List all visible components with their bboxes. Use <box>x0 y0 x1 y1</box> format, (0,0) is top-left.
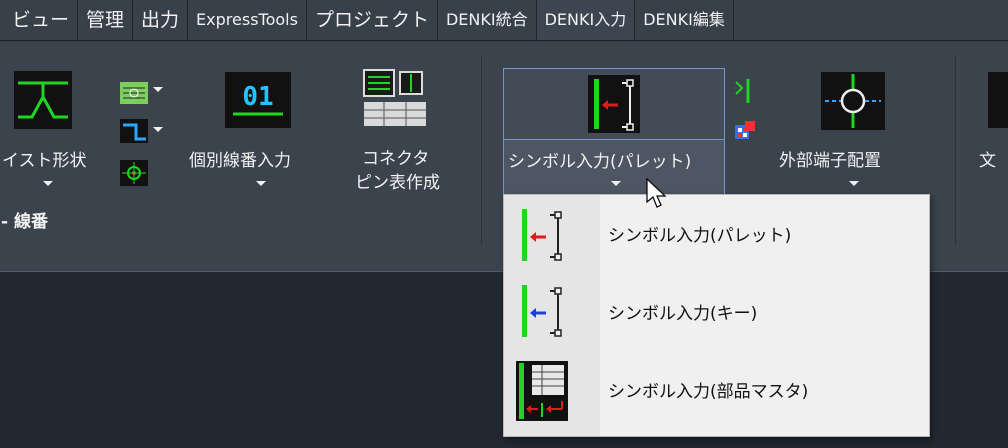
symbol-swap-small-icon[interactable] <box>733 76 755 106</box>
ribbon-separator <box>481 55 482 245</box>
wire-bundle-dropdown-arrow[interactable] <box>153 87 163 92</box>
tab-manage[interactable]: 管理 <box>78 0 134 40</box>
external-terminal-dropdown-arrow[interactable] <box>849 181 859 186</box>
text-button-label: 文 <box>979 151 996 171</box>
menu-item-symbol-input-parts-master[interactable]: シンボル入力(部品マスタ) <box>504 355 929 425</box>
symbol-input-palette-dropdown-arrow[interactable] <box>611 181 621 186</box>
tab-denki-integration[interactable]: DENKI統合 <box>438 0 537 40</box>
symbol-grid-small-icon[interactable] <box>733 119 757 143</box>
step-line-icon[interactable] <box>120 119 148 143</box>
symbol-palette-icon <box>522 209 562 261</box>
tab-expresstools[interactable]: ExpressTools <box>188 0 307 40</box>
menu-item-label: シンボル入力(部品マスタ) <box>608 382 809 402</box>
parts-master-icon <box>516 361 568 421</box>
twist-shape-dropdown-arrow[interactable] <box>43 181 53 186</box>
ribbon-separator-2 <box>955 55 956 245</box>
tab-denki-edit[interactable]: DENKI編集 <box>635 0 734 40</box>
symbol-input-palette-button[interactable]: シンボル入力(パレット) <box>503 68 725 196</box>
panel-title-wire-number: - 線番 <box>1 212 48 232</box>
menu-item-symbol-input-palette[interactable]: シンボル入力(パレット) <box>504 199 929 269</box>
individual-wire-number-label: 個別線番入力 <box>189 151 291 171</box>
svg-text:01: 01 <box>242 82 273 112</box>
symbol-palette-icon <box>588 75 640 133</box>
mouse-cursor-icon <box>646 178 667 208</box>
twist-shape-label: イスト形状 <box>2 151 87 171</box>
menu-item-label: シンボル入力(キー) <box>608 304 758 324</box>
connector-pin-table-icon <box>363 69 426 126</box>
menu-item-symbol-input-key[interactable]: シンボル入力(キー) <box>504 277 929 347</box>
individual-wire-number-dropdown-arrow[interactable] <box>256 181 266 186</box>
text-button-icon <box>988 72 1008 128</box>
tab-view[interactable]: ビュー <box>0 0 79 40</box>
connector-pin-table-label-line1: コネクタ <box>362 149 430 169</box>
connector-pin-table-label-line2: ピン表作成 <box>355 173 440 193</box>
tab-project[interactable]: プロジェクト <box>307 0 438 40</box>
wire-bundle-small-icon[interactable] <box>120 82 148 104</box>
external-terminal-icon <box>821 72 885 130</box>
external-terminal-label: 外部端子配置 <box>779 151 881 171</box>
symbol-key-icon <box>522 285 562 337</box>
symbol-input-palette-main[interactable] <box>504 69 724 140</box>
ribbon-tab-bar: ビュー 管理 出力 ExpressTools プロジェクト DENKI統合 DE… <box>0 0 1008 41</box>
step-line-dropdown-arrow[interactable] <box>153 127 163 132</box>
menu-item-label: シンボル入力(パレット) <box>608 226 792 246</box>
tab-denki-input[interactable]: DENKI入力 <box>536 0 636 40</box>
twist-shape-icon <box>14 71 72 129</box>
target-point-icon[interactable] <box>120 160 148 186</box>
tab-output[interactable]: 出力 <box>133 0 189 40</box>
symbol-input-dropdown-menu: シンボル入力(パレット) シンボル入力(キー) シンボル入力(部品マスタ) <box>503 194 930 437</box>
wire-number-01-icon: 01 <box>225 72 291 128</box>
symbol-input-palette-label: シンボル入力(パレット) <box>508 152 692 172</box>
